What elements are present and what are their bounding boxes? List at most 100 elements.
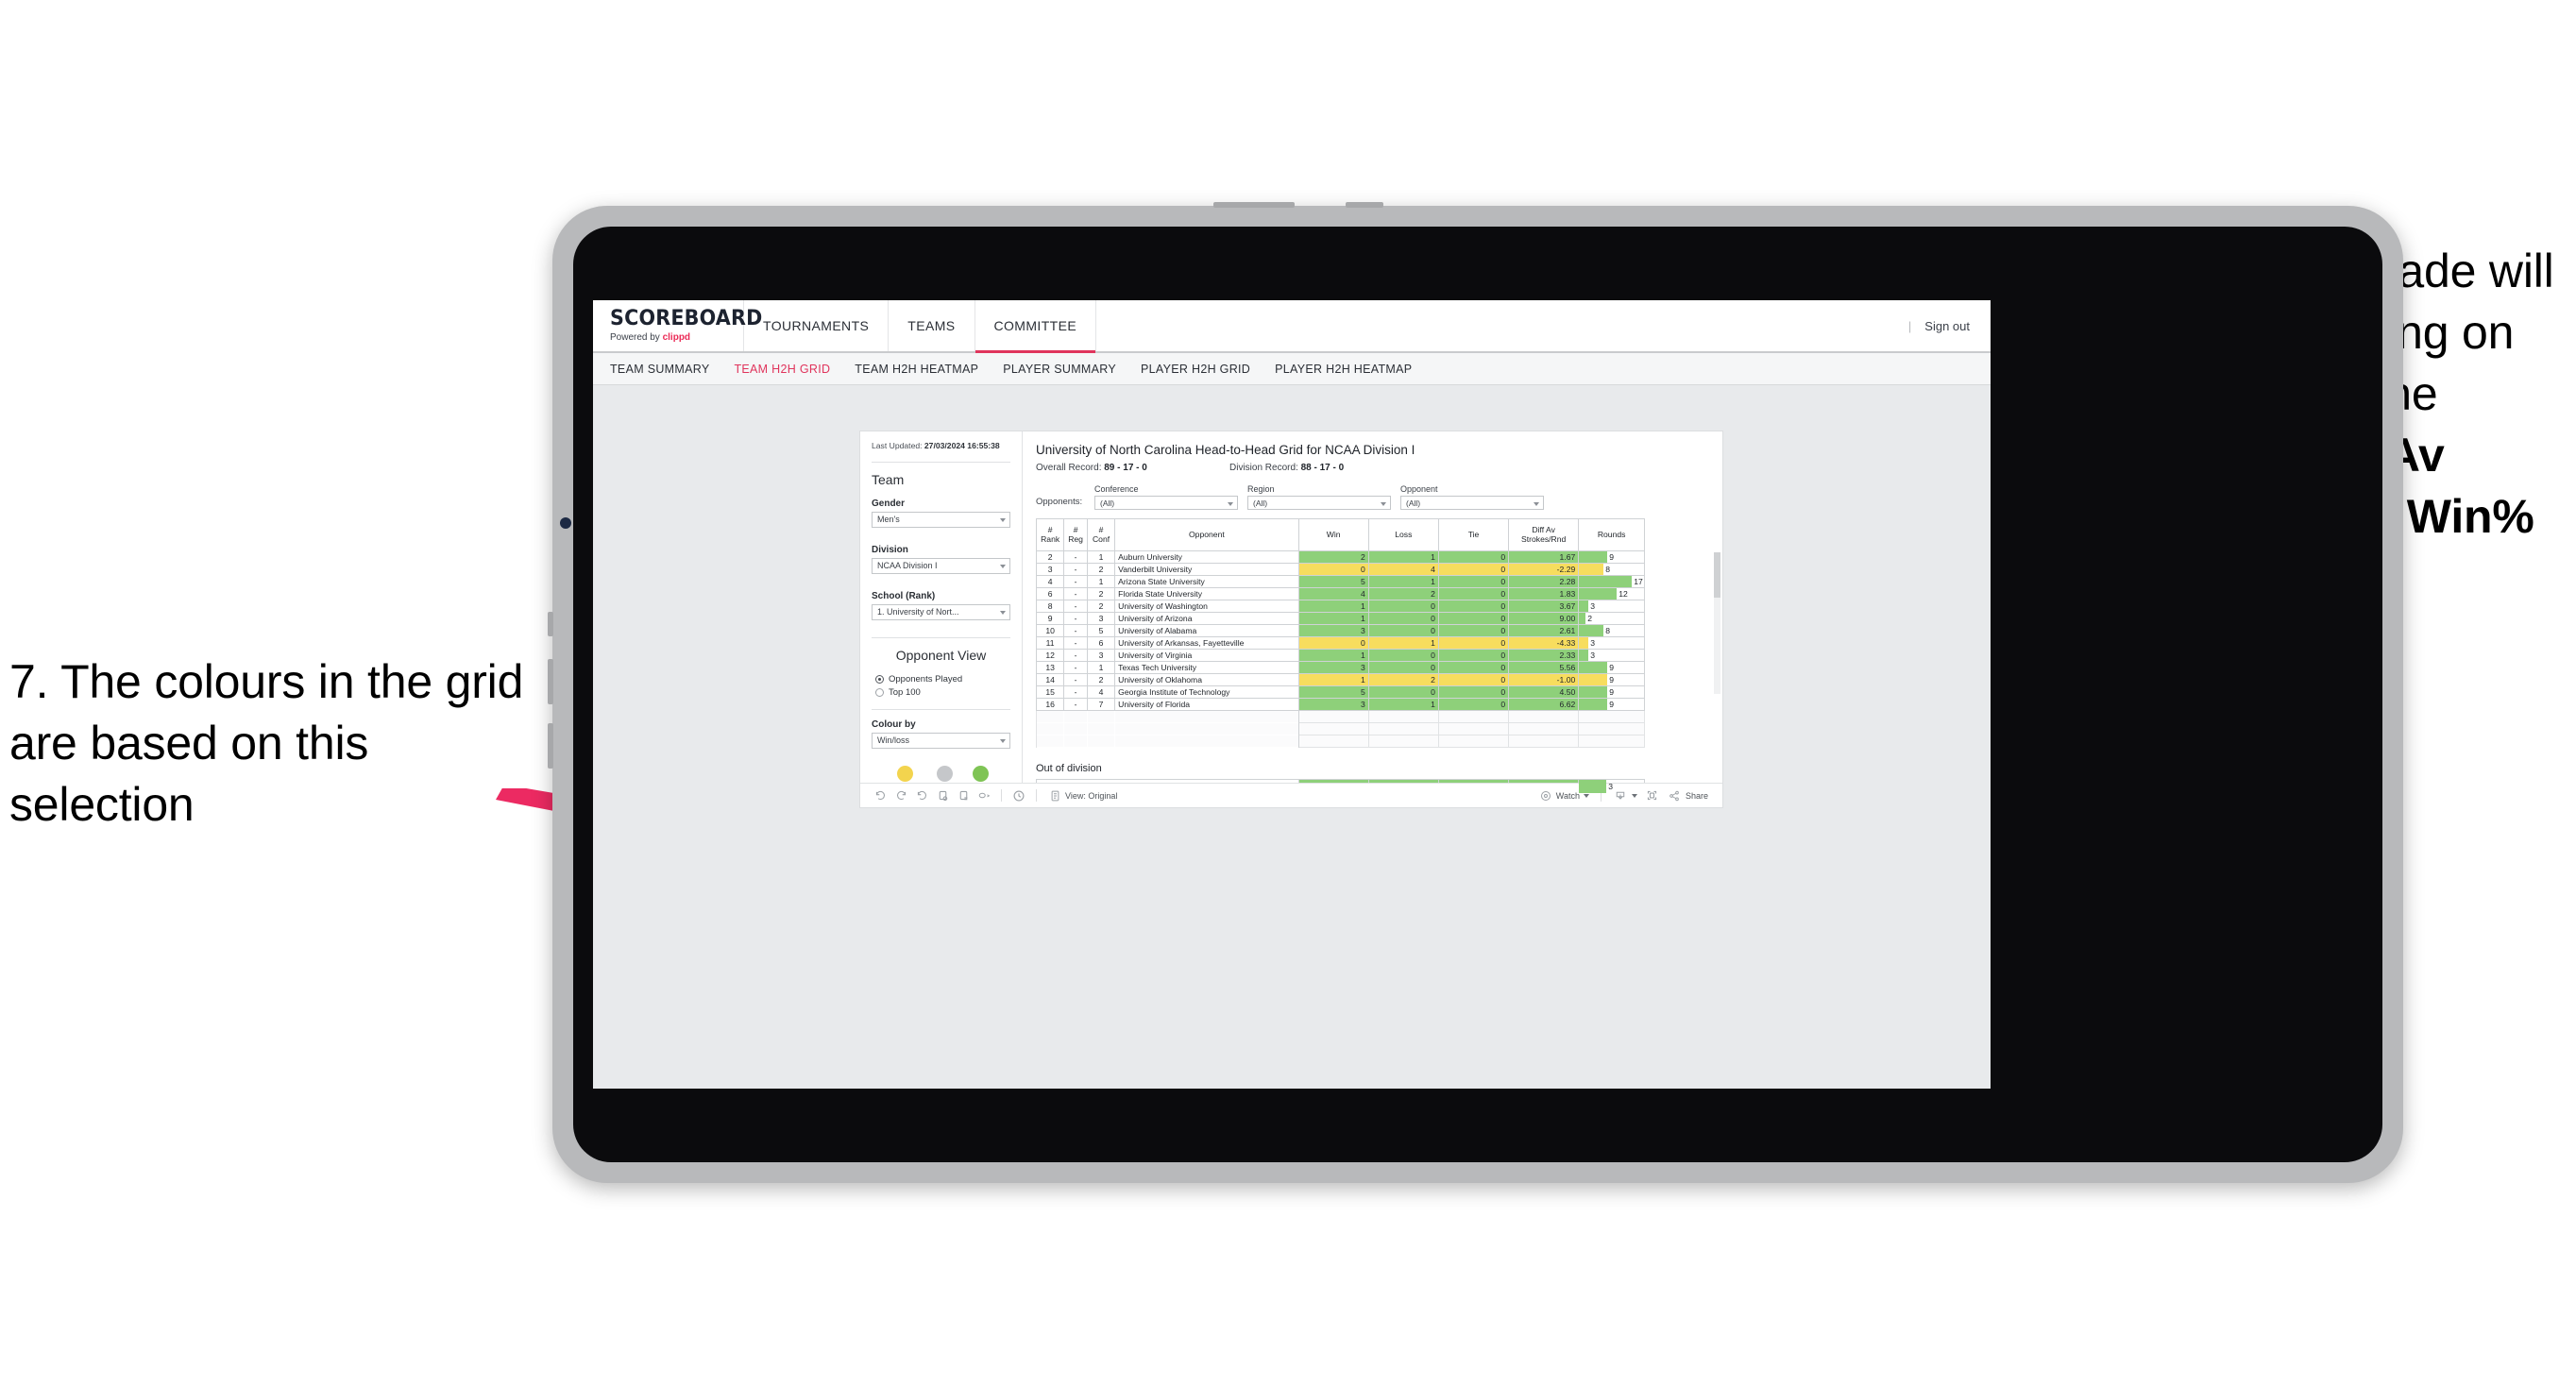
cell-win: 0	[1297, 636, 1369, 650]
cell-blank	[1086, 722, 1115, 735]
grid-panel: University of North Carolina Head-to-Hea…	[1023, 431, 1722, 794]
annotation-left-text: 7. The colours in the grid are based on …	[9, 655, 524, 831]
sign-out-link[interactable]: Sign out	[1924, 319, 1970, 333]
view-original-label: View: Original	[1065, 790, 1118, 801]
filter-sidebar: Last Updated: 27/03/2024 16:55:38 Team G…	[860, 431, 1023, 796]
share-icon	[1668, 787, 1682, 804]
scrollbar-thumb[interactable]	[1714, 552, 1720, 598]
full-screen-icon[interactable]	[1642, 787, 1663, 804]
table-row[interactable]: 3-2 Vanderbilt University 0 4 0 -2.29 8	[1035, 563, 1645, 576]
table-row[interactable]: 14-2 University of Oklahoma 1 2 0 -1.00 9	[1035, 673, 1645, 686]
power-button[interactable]	[1213, 202, 1295, 208]
refresh-icon[interactable]	[932, 787, 953, 804]
opponent-view-heading: Opponent View	[895, 647, 987, 663]
cell-conf: 1	[1086, 550, 1116, 564]
volume-up-button[interactable]	[548, 612, 553, 636]
subnav-item-team-summary[interactable]: TEAM SUMMARY	[610, 363, 709, 376]
filter-opponent-select[interactable]: (All)	[1400, 496, 1544, 510]
division-select[interactable]: NCAA Division I	[872, 557, 1010, 574]
radio-opponents-played[interactable]: Opponents Played	[872, 674, 1010, 685]
colour-by-select[interactable]: Win/loss	[872, 732, 1010, 749]
side-button[interactable]	[548, 723, 553, 769]
cell-rounds-value: 12	[1618, 589, 1628, 599]
cell-opponent: Arizona State University	[1114, 575, 1299, 588]
subnav-item-team-h2h-heatmap[interactable]: TEAM H2H HEATMAP	[855, 363, 978, 376]
radio-label: Opponents Played	[889, 673, 963, 685]
table-row[interactable]: 2-1 Auburn University 2 1 0 1.67 9	[1035, 550, 1645, 564]
share-button[interactable]: Share	[1663, 787, 1713, 804]
col-diff-av-strokes[interactable]: Diff Av Strokes/Rnd	[1508, 518, 1580, 551]
col-opponent[interactable]: Opponent	[1114, 518, 1299, 551]
highlight-icon[interactable]	[974, 787, 994, 804]
table-row[interactable]: 4-1 Arizona State University 5 1 0 2.28 17	[1035, 575, 1645, 588]
cell-reg: -	[1063, 673, 1088, 686]
filter-opponent-label: Opponent	[1400, 484, 1438, 494]
col-tie[interactable]: Tie	[1437, 518, 1510, 551]
sign-out-area[interactable]: | Sign out	[1908, 300, 1991, 351]
alerts-icon[interactable]	[1008, 787, 1029, 804]
redo-icon[interactable]	[890, 787, 911, 804]
topnav-item-teams[interactable]: TEAMS	[889, 300, 975, 351]
filter-region-select[interactable]: (All)	[1247, 496, 1391, 510]
pause-icon[interactable]	[953, 787, 974, 804]
table-row[interactable]: 9-3 University of Arizona 1 0 0 9.00 2	[1035, 612, 1645, 625]
table-row[interactable]: 8-2 University of Washington 1 0 0 3.67 3	[1035, 600, 1645, 613]
filter-conference-select[interactable]: (All)	[1094, 496, 1238, 510]
cell-rounds-value: 3	[1590, 601, 1596, 611]
table-row[interactable]: 10-5 University of Alabama 3 0 0 2.61 8	[1035, 624, 1645, 637]
top-navigation-bar: SCOREBOARD Powered by clippd TOURNAMENTS…	[593, 300, 1991, 353]
school-select[interactable]: 1. University of Nort...	[872, 603, 1010, 620]
cell-reg: -	[1063, 550, 1088, 564]
cell-loss: 0	[1367, 661, 1439, 674]
col-rounds[interactable]: Rounds	[1578, 518, 1645, 551]
col-loss[interactable]: Loss	[1367, 518, 1439, 551]
cell-rounds-value: 9	[1609, 687, 1615, 697]
cell-reg: -	[1063, 636, 1088, 650]
cell-conf: 4	[1086, 685, 1116, 699]
table-row[interactable]: 6-2 Florida State University 4 2 0 1.83 12	[1035, 587, 1645, 600]
revert-icon[interactable]	[911, 787, 932, 804]
last-updated-text: Last Updated: 27/03/2024 16:55:38	[872, 441, 1010, 460]
table-vertical-scrollbar[interactable]	[1714, 552, 1720, 694]
cell-rounds: 9	[1578, 550, 1645, 564]
table-row-blank	[1035, 735, 1645, 748]
table-row[interactable]: 13-1 Texas Tech University 3 0 0 5.56 9	[1035, 661, 1645, 674]
legend-dot-up-icon	[972, 765, 989, 782]
cell-rounds: 3	[1578, 600, 1645, 613]
col-reg[interactable]: # Reg	[1063, 518, 1088, 551]
col-rank[interactable]: # Rank	[1035, 518, 1065, 551]
gender-select[interactable]: Men's	[872, 511, 1010, 528]
table-row[interactable]: 15-4 Georgia Institute of Technology 5 0 0 4.…	[1035, 685, 1645, 699]
cell-reg: -	[1063, 698, 1088, 711]
brand-logo[interactable]: SCOREBOARD Powered by clippd	[593, 300, 762, 351]
cell-rank: 4	[1035, 575, 1065, 588]
subnav-item-team-h2h-grid[interactable]: TEAM H2H GRID	[734, 363, 830, 376]
subnav-item-player-summary[interactable]: PLAYER SUMMARY	[1003, 363, 1116, 376]
rounds-bar	[1579, 686, 1608, 698]
col-conf[interactable]: # Conf	[1086, 518, 1116, 551]
volume-down-button[interactable]	[548, 659, 553, 704]
cell-blank	[1508, 710, 1580, 723]
topnav-item-tournaments[interactable]: TOURNAMENTS	[744, 300, 890, 351]
topnav-label: TOURNAMENTS	[763, 318, 870, 333]
table-row[interactable]: 11-6 University of Arkansas, Fayetteville…	[1035, 636, 1645, 650]
cell-rounds: 9	[1578, 673, 1645, 686]
col-win[interactable]: Win	[1297, 518, 1369, 551]
subnav-item-player-h2h-heatmap[interactable]: PLAYER H2H HEATMAP	[1275, 363, 1412, 376]
cell-blank	[1578, 710, 1645, 723]
radio-top-100[interactable]: Top 100	[872, 687, 1010, 698]
overall-record-label: Overall Record:	[1036, 463, 1105, 473]
filter-opponent-value: (All)	[1406, 498, 1421, 508]
table-row[interactable]: 12-3 University of Virginia 1 0 0 2.33 3	[1035, 649, 1645, 662]
subnav-item-player-h2h-grid[interactable]: PLAYER H2H GRID	[1141, 363, 1250, 376]
cell-opponent: University of Arkansas, Fayetteville	[1114, 636, 1299, 650]
undo-icon[interactable]	[870, 787, 890, 804]
cell-blank	[1578, 735, 1645, 748]
school-label: School (Rank)	[872, 590, 936, 601]
cell-tie: 0	[1437, 685, 1510, 699]
table-header-row: # Rank # Reg # Conf Opponent Win Loss Tie D…	[1035, 518, 1645, 551]
view-original-button[interactable]: View: Original	[1043, 787, 1122, 804]
cell-conf: 5	[1086, 624, 1116, 637]
table-row[interactable]: 16-7 University of Florida 3 1 0 6.62 9	[1035, 698, 1645, 711]
topnav-item-committee[interactable]: COMMITTEE	[974, 300, 1097, 353]
